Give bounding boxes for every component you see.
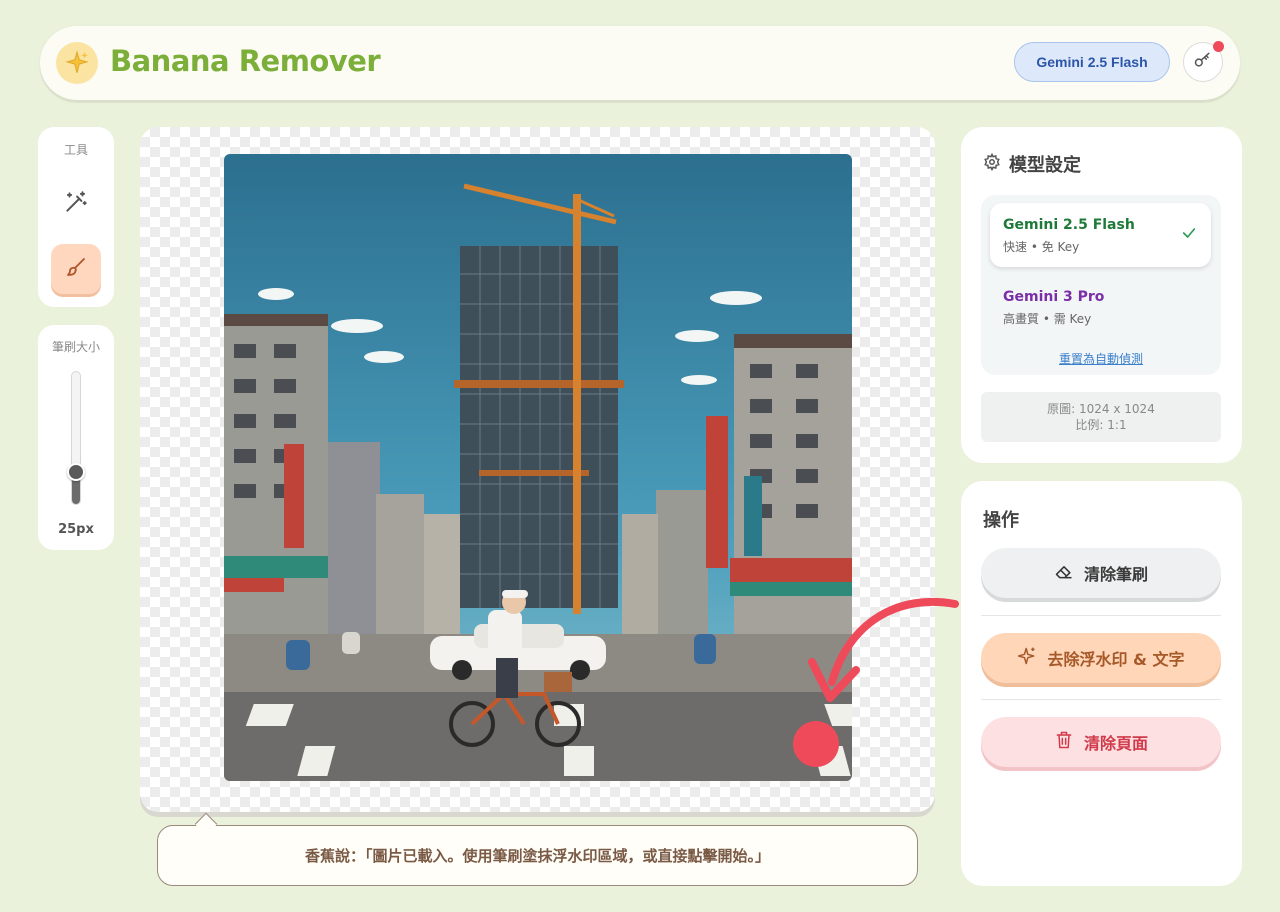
model-settings-panel: 模型設定 Gemini 2.5 Flash 快速 • 免 Key Gemini … <box>961 127 1242 463</box>
model-option-list: Gemini 2.5 Flash 快速 • 免 Key Gemini 3 Pro… <box>981 195 1221 375</box>
remove-watermark-button[interactable]: 去除浮水印 & 文字 <box>981 633 1221 683</box>
brush-icon <box>64 255 88 283</box>
model-option-sub: 快速 • 免 Key <box>1003 240 1080 254</box>
operations-title: 操作 <box>983 510 1019 531</box>
app-header: Banana Remover Gemini 2.5 Flash <box>40 26 1240 100</box>
model-option-gemini-pro[interactable]: Gemini 3 Pro 高畫質 • 需 Key <box>990 275 1211 339</box>
clear-brush-button[interactable]: 清除筆刷 <box>981 548 1221 598</box>
magic-wand-icon <box>63 189 89 219</box>
image-info-box: 原圖: 1024 x 1024 比例: 1:1 <box>981 392 1221 442</box>
brush-size-value: 25px <box>58 522 94 537</box>
clear-page-label: 清除頁面 <box>1083 734 1148 753</box>
image-ratio: 比例: 1:1 <box>1075 418 1127 432</box>
annotation-arrow <box>793 597 959 767</box>
app-title: Banana Remover <box>110 44 381 78</box>
api-key-button[interactable] <box>1183 41 1224 82</box>
status-message: 香蕉說：「圖片已載入。使用筆刷塗抹浮水印區域，或直接點擊開始。」 <box>304 847 770 865</box>
reset-auto-detect-link[interactable]: 重置為自動偵測 <box>981 350 1221 367</box>
model-settings-header: 模型設定 <box>983 151 1081 177</box>
model-settings-title: 模型設定 <box>1009 155 1081 176</box>
sparkle-icon <box>1017 646 1037 670</box>
speech-tail <box>194 812 218 836</box>
clear-brush-label: 清除筆刷 <box>1083 565 1148 584</box>
model-option-name: Gemini 2.5 Flash <box>1003 217 1135 233</box>
operations-panel: 操作 清除筆刷 去除浮水印 & 文字 清除頁面 <box>961 481 1242 886</box>
tools-label: 工具 <box>63 143 88 157</box>
key-icon <box>1193 50 1213 74</box>
model-option-sub: 高畫質 • 需 Key <box>1003 312 1092 326</box>
loaded-image[interactable] <box>224 154 852 781</box>
trash-icon <box>1054 730 1074 754</box>
clear-page-button[interactable]: 清除頁面 <box>981 717 1221 767</box>
brush-size-label: 筆刷大小 <box>51 340 100 354</box>
check-icon <box>1181 225 1197 245</box>
gear-icon <box>983 152 1001 176</box>
model-badge[interactable]: Gemini 2.5 Flash <box>1014 42 1170 82</box>
magic-wand-tool-button[interactable] <box>51 179 101 229</box>
status-speech-bubble: 香蕉說：「圖片已載入。使用筆刷塗抹浮水印區域，或直接點擊開始。」 <box>157 812 918 886</box>
model-option-name: Gemini 3 Pro <box>1003 289 1105 305</box>
tools-panel: 工具 <box>38 127 114 307</box>
brush-size-panel: 筆刷大小 25px <box>38 325 114 550</box>
divider <box>981 615 1221 616</box>
eraser-icon <box>1054 561 1074 585</box>
divider <box>981 699 1221 700</box>
model-option-gemini-flash[interactable]: Gemini 2.5 Flash 快速 • 免 Key <box>990 203 1211 267</box>
image-resolution: 原圖: 1024 x 1024 <box>1047 402 1155 416</box>
notification-dot <box>1213 41 1224 52</box>
brush-tool-button[interactable] <box>51 244 101 294</box>
brush-size-slider[interactable] <box>71 371 81 505</box>
remove-watermark-label: 去除浮水印 & 文字 <box>1047 650 1185 669</box>
sparkle-icon <box>56 42 98 84</box>
brush-size-thumb[interactable] <box>67 462 85 481</box>
